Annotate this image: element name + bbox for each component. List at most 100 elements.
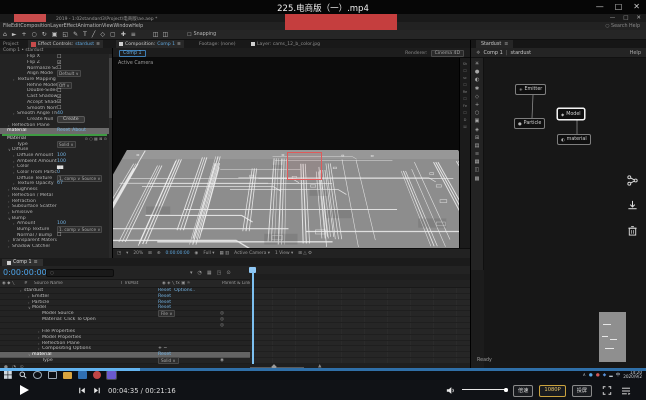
property-button[interactable]: Create [57,116,85,123]
tool-icon[interactable]: ⌂ [3,31,7,38]
tool-icon[interactable]: ○ [31,31,36,38]
tool-icon[interactable]: ◇ [100,31,105,38]
video-frame[interactable]: 2019 - 1:02standard3\Project\电商版\ae.aep … [0,14,646,380]
taskbar-app-blue-icon[interactable] [78,371,87,379]
timeline-option-icon[interactable]: ▦ [207,270,212,276]
row-dropdown[interactable]: Solid ∨ [158,357,179,364]
viewport-toolbar-item[interactable]: 0:00:00:00 [166,251,190,256]
material-node[interactable]: ◐ material [557,134,591,145]
row-toggle-icon[interactable]: ◎ [220,317,224,322]
effect-property-row[interactable]: › Shadow Catcher [0,244,109,250]
viewport-toolbar-item[interactable]: ◳ [117,251,121,256]
node-type-icon[interactable]: ▦ [475,159,480,165]
tool-icon[interactable]: ╱ [92,31,96,38]
menu-item[interactable]: Edit [11,24,20,29]
volume-icon[interactable] [446,386,456,395]
tab-effect-controls[interactable]: Effect Controls:stardust ≡ [28,40,103,48]
share-nodes-icon[interactable] [627,175,638,186]
tool-icon[interactable]: ◱ [62,31,68,38]
node-type-icon[interactable]: + [475,102,479,108]
property-dropdown[interactable]: Default ∨ [57,70,81,77]
current-timecode[interactable]: 0:00:00:00 [3,268,47,277]
node-type-icon[interactable]: ● [475,69,480,75]
file-explorer-icon[interactable] [63,372,72,379]
add-remove-buttons[interactable]: + − [158,346,167,351]
column-header[interactable]: # [24,281,34,286]
play-button[interactable] [18,384,30,396]
trash-icon[interactable] [627,225,638,236]
timeline-option-icon[interactable]: ⊙ [226,270,230,276]
node-type-icon[interactable]: ○ [475,110,480,116]
window-minimize-button[interactable]: — [596,2,604,11]
volume-slider[interactable] [462,389,506,390]
row-toggle-icon[interactable]: ◎ [220,311,224,316]
property-value[interactable]: 100 [57,153,66,158]
window-maximize-button[interactable]: □ [615,2,623,11]
menu-item[interactable]: Help [132,24,143,29]
options-link[interactable]: Options.. [174,288,195,293]
effect-property-row[interactable]: › Ambient Amount 100 [0,158,109,164]
viewport-toolbar-item[interactable]: ⊞ [148,251,152,256]
reset-link[interactable]: Reset [158,288,171,293]
node-type-icon[interactable]: ◫ [475,167,480,173]
property-value[interactable]: 67 [57,181,63,186]
tray-icon[interactable]: ▂ [609,373,612,378]
node-type-icon[interactable]: ≡ [475,151,479,157]
node-type-icon[interactable]: ◐ [475,77,480,83]
property-link[interactable]: About [72,128,86,133]
color-swatch[interactable]: ▆▆ [57,164,63,169]
window-close-button[interactable]: ✕ [633,2,640,11]
taskbar-clock[interactable]: 14:20 2020/9/2 [623,371,642,380]
help-link[interactable]: Help [630,50,641,56]
player-option-button[interactable]: 投屏 [572,385,592,397]
tool-icon[interactable]: ✎ [73,31,78,38]
taskbar-app-active-icon[interactable] [107,371,116,379]
column-header[interactable]: ◉ ◆ ╲ [0,281,24,286]
column-header[interactable]: Parent & Link [222,281,250,286]
seek-bar[interactable] [0,368,646,371]
tray-icon[interactable]: ◆ [603,373,606,378]
tool-icon[interactable]: ► [12,31,17,38]
playlist-icon[interactable] [621,387,631,395]
panel-menu-icon[interactable]: ≡ [96,42,100,47]
task-view-icon[interactable] [48,371,57,379]
tab-layer[interactable]: Layer: cams_12_b_color.jpg [248,40,323,48]
tool-icon[interactable]: + [21,31,26,38]
column-header[interactable]: ◉ ◈ ╲ fx ▣ ☼ [162,281,222,286]
node-type-icon[interactable]: ✳ [475,61,479,67]
start-button[interactable] [3,371,12,379]
row-toggle-icon[interactable]: ◎ [220,323,224,328]
timeline-search-input[interactable]: ○ [46,269,114,277]
timeline-tab[interactable]: Comp 1 ≡ [2,259,43,266]
stardust-tab[interactable]: Stardust ≡ [476,40,513,48]
menu-item[interactable]: Layer [50,24,63,29]
menu-item[interactable]: File [3,24,11,29]
row-toggle-icon[interactable]: ◉ [220,358,224,363]
next-button[interactable] [93,387,101,394]
tab-composition[interactable]: Composition:Comp 1 ≡ [116,40,184,48]
tab-project[interactable]: Project [0,40,22,48]
volume-slider-handle[interactable] [504,388,508,392]
tab-footage[interactable]: Footage: (none) [196,40,239,48]
tool-icon[interactable]: ≡ [131,31,136,38]
timeline-option-icon[interactable]: ▾ [190,270,193,276]
workspace-icon[interactable]: ◫ [162,31,168,38]
tool-icon[interactable]: ↻ [42,31,47,38]
playhead-line[interactable] [252,272,254,364]
column-header[interactable]: T TrkMat [120,281,162,286]
viewport-toolbar-item[interactable]: ⊞ △ ⚙ [298,251,312,256]
previous-button[interactable] [78,387,86,394]
panel-menu-icon[interactable]: ≡ [504,42,508,47]
viewport-toolbar-item[interactable]: 1 View ▾ [275,251,293,256]
column-header[interactable]: Source Name [34,281,120,286]
tool-icon[interactable]: ▢ [110,31,116,38]
comp-chip[interactable]: Comp 1 [119,50,146,57]
menu-item[interactable]: Animation [77,24,101,29]
viewport-toolbar-item[interactable]: Active Camera ▾ [234,251,270,256]
tray-icon[interactable]: 中 [616,372,621,378]
viewport-toolbar-item[interactable]: ▾ [126,251,128,256]
node-type-icon[interactable]: ◇ [475,94,479,100]
model-node[interactable]: ◆ Model [557,108,585,120]
player-option-button[interactable]: 1080P [539,385,565,397]
particle-node[interactable]: ● Particle [514,118,545,129]
